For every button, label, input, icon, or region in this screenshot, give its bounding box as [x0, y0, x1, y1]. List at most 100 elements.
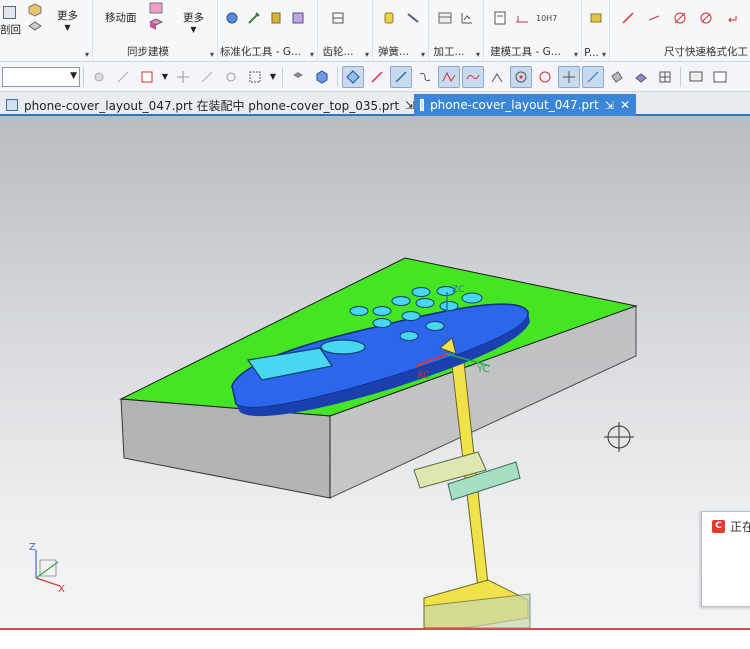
view-cube-button[interactable] — [27, 2, 43, 34]
ribbon-group-p: P... ▾ — [582, 0, 610, 62]
spring-tool-icon[interactable] — [405, 10, 421, 26]
key[interactable] — [425, 321, 445, 331]
point-icon[interactable] — [196, 66, 218, 88]
key[interactable] — [415, 298, 435, 308]
crosshair-icon[interactable] — [558, 65, 580, 88]
key[interactable] — [372, 318, 392, 328]
sync-tools-button[interactable] — [148, 0, 164, 32]
dimension-text-icon[interactable] — [646, 10, 662, 26]
modified-icon: ⇲ — [604, 98, 614, 112]
key[interactable] — [372, 306, 392, 316]
spring-icon[interactable] — [381, 10, 397, 26]
view-triad[interactable] — [35, 550, 61, 587]
toolbar-divider — [680, 66, 681, 87]
replace-face-icon — [148, 0, 164, 16]
undo-arrow-icon[interactable] — [724, 10, 740, 26]
more-button-1[interactable]: 更多 ▼ — [57, 8, 78, 32]
snap-icon[interactable] — [88, 66, 110, 88]
move-handle-icon[interactable] — [172, 66, 194, 88]
screen-icon[interactable] — [685, 66, 707, 88]
body-icon[interactable] — [311, 66, 333, 88]
chevron-down-icon[interactable]: ▼ — [160, 66, 170, 88]
key[interactable] — [461, 292, 483, 304]
wave-icon[interactable] — [462, 65, 484, 88]
type-filter-dropdown[interactable]: ▼ — [2, 66, 80, 87]
selection-toolbar: ▼ ▼ ▼ — [0, 62, 750, 92]
key[interactable] — [401, 311, 421, 321]
pick-icon[interactable] — [112, 66, 134, 88]
group-expander-icon[interactable]: ▾ — [602, 50, 606, 59]
standard-part-icon[interactable] — [290, 10, 306, 26]
part-file-icon — [6, 99, 18, 111]
toolbar-divider — [83, 66, 84, 87]
center-point-icon[interactable] — [510, 65, 532, 88]
toast-text: 正在 — [730, 520, 750, 534]
diameter-alt-icon[interactable] — [698, 10, 714, 26]
image-icon[interactable] — [709, 66, 731, 88]
group-expander-icon[interactable]: ▾ — [210, 50, 214, 59]
measure-icon[interactable] — [514, 10, 530, 26]
solid-icon[interactable] — [287, 66, 309, 88]
graphics-viewport[interactable]: XC YC ZC Z X C 正在 — [0, 116, 750, 628]
nav-key[interactable] — [320, 339, 366, 355]
ribbon: 剖回 更多 ▼ ▾ 移动面 更多 ▼ 同步建模 ▾ 标准化工具 - G... ▾… — [0, 0, 750, 62]
toolbar-divider — [337, 66, 338, 87]
section-view-button[interactable]: 剖回 — [0, 6, 21, 37]
bolt-icon[interactable] — [268, 10, 284, 26]
tolerance-label[interactable]: 10H7 — [536, 14, 557, 23]
toolbar-divider — [282, 66, 283, 87]
key[interactable] — [391, 296, 411, 306]
wrench-icon[interactable] — [246, 10, 262, 26]
circle-icon[interactable] — [534, 66, 556, 88]
key[interactable] — [399, 331, 419, 341]
key[interactable] — [411, 287, 431, 297]
tab-layout-part[interactable]: phone-cover_layout_047.prt ⇲ ✕ — [414, 94, 636, 116]
close-tab-icon[interactable]: ✕ — [620, 98, 630, 112]
key[interactable] — [349, 306, 369, 316]
part-file-icon — [420, 99, 425, 111]
chevron-down-icon[interactable]: ▼ — [268, 66, 278, 88]
dimension-line-icon[interactable] — [620, 10, 636, 26]
select-filter-icon[interactable] — [136, 66, 158, 88]
ribbon-group-dimension-format: 尺寸快速格式化工 — [610, 0, 750, 62]
x-axis-label: X — [58, 584, 65, 595]
group-expander-icon[interactable]: ▾ — [85, 50, 89, 59]
group-expander-icon[interactable]: ▾ — [421, 50, 425, 59]
gear-icon[interactable] — [330, 10, 346, 26]
progress-toast[interactable]: C 正在 — [701, 511, 750, 607]
grid-icon[interactable] — [654, 66, 676, 88]
face-select-icon[interactable] — [606, 66, 628, 88]
document-icon[interactable] — [492, 10, 508, 26]
line-icon[interactable] — [366, 66, 388, 88]
base-block-front[interactable] — [120, 398, 331, 499]
group-expander-icon[interactable]: ▾ — [310, 50, 314, 59]
diameter-icon[interactable] — [672, 10, 688, 26]
move-face-button[interactable]: 移动面 — [105, 10, 137, 25]
ribbon-group-machining: 加工... ▾ — [429, 0, 484, 62]
key[interactable] — [439, 301, 459, 311]
box-select-icon[interactable] — [220, 66, 242, 88]
angle-icon[interactable] — [486, 66, 508, 88]
ribbon-group-modeling-tools: 10H7 建模工具 - G... ▾ — [484, 0, 582, 62]
z-axis-label: Z — [29, 542, 36, 553]
diagonal-icon[interactable] — [582, 65, 604, 88]
feature-icon[interactable] — [630, 66, 652, 88]
tab-assembly-context[interactable]: phone-cover_layout_047.prt 在装配中 phone-co… — [0, 94, 420, 116]
app-badge-icon: C — [712, 520, 725, 533]
xc-axis-label: XC — [417, 370, 430, 381]
crosshair-cursor-icon — [604, 422, 634, 452]
table-icon[interactable] — [437, 10, 453, 26]
gear-tool-icon[interactable] — [224, 10, 240, 26]
curve-icon[interactable] — [414, 66, 436, 88]
group-expander-icon[interactable]: ▾ — [574, 50, 578, 59]
chart-tool-icon[interactable] — [459, 10, 475, 26]
group-expander-icon[interactable]: ▾ — [365, 50, 369, 59]
status-bar — [0, 628, 750, 649]
more-button-2[interactable]: 更多 ▼ — [183, 10, 204, 34]
spline-icon[interactable] — [438, 65, 460, 88]
group-expander-icon[interactable]: ▾ — [476, 50, 480, 59]
rect-select-icon[interactable] — [244, 66, 266, 88]
edge-icon[interactable] — [390, 65, 412, 88]
stack-icon[interactable] — [588, 10, 604, 26]
snap-point-icon[interactable] — [342, 65, 364, 88]
